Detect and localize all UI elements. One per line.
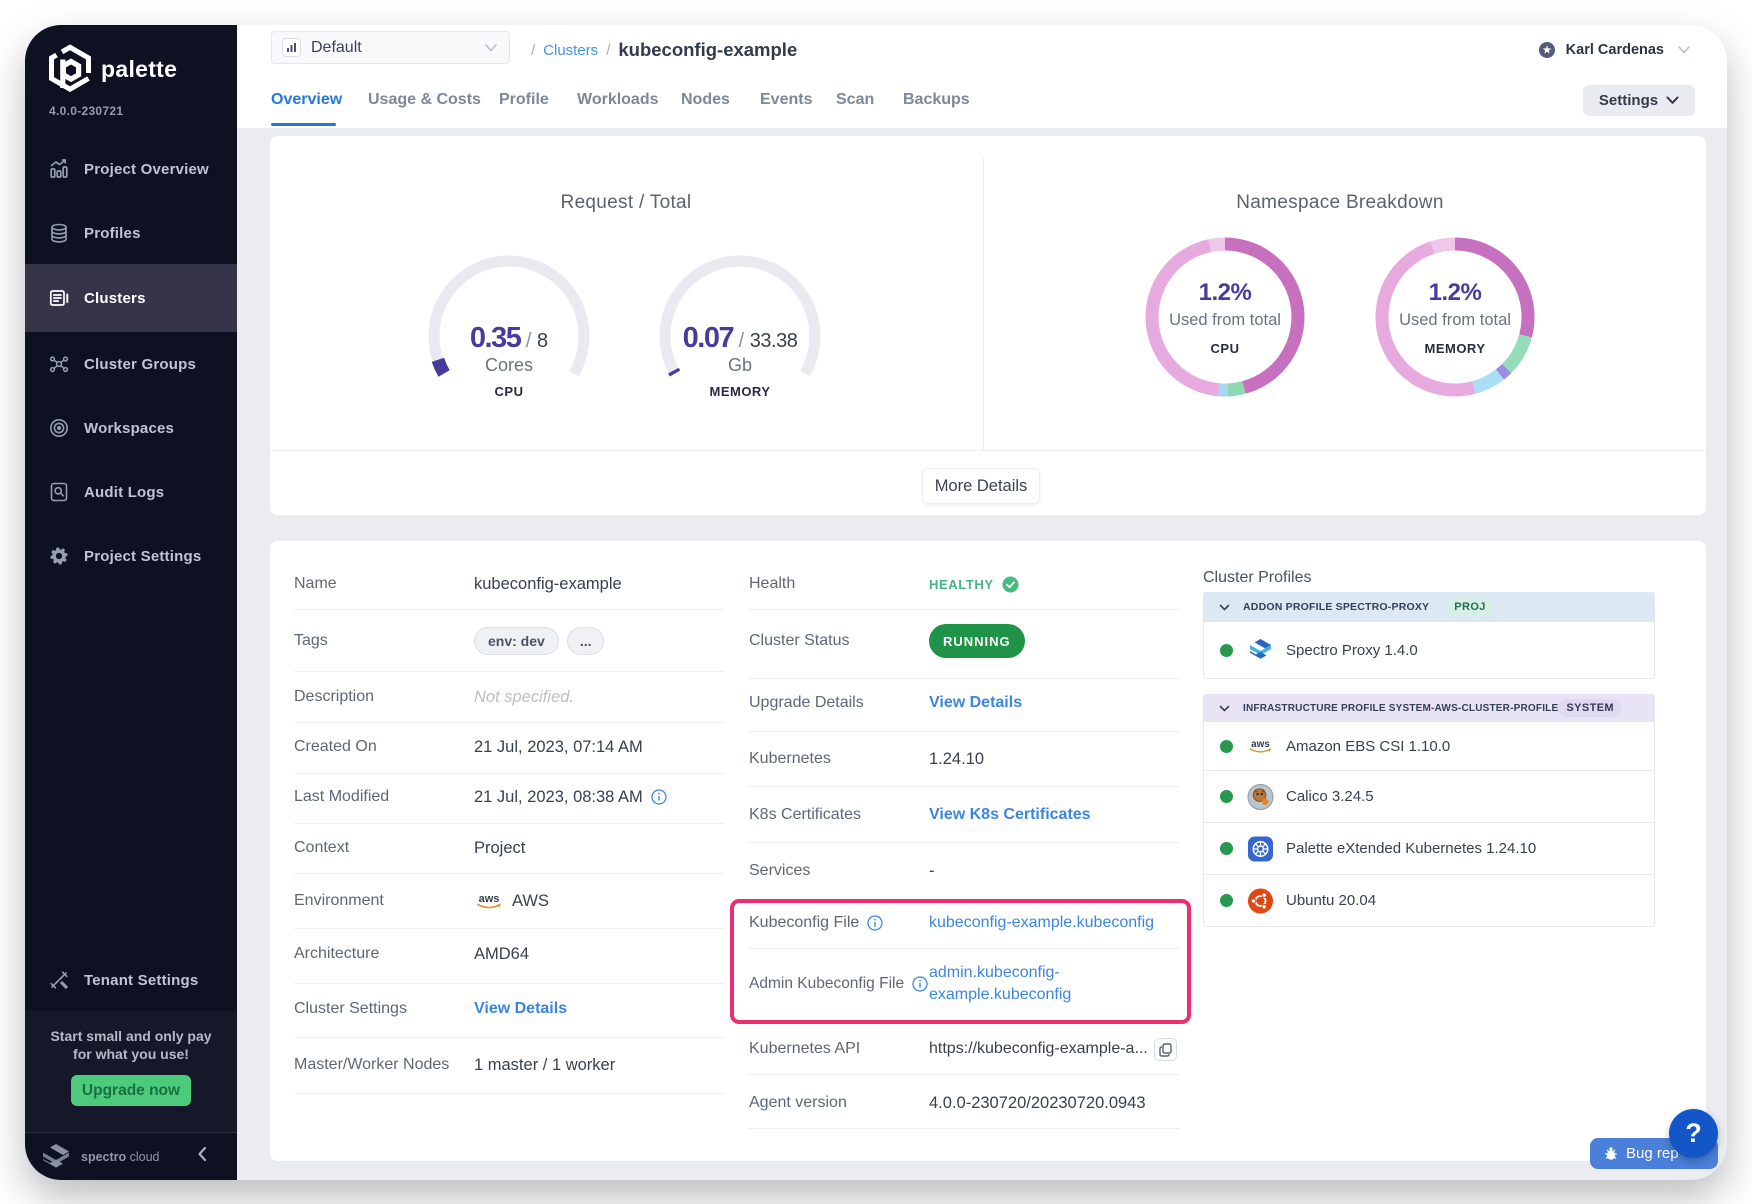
svg-text:aws: aws — [1251, 739, 1270, 750]
svg-text:aws: aws — [479, 893, 500, 905]
